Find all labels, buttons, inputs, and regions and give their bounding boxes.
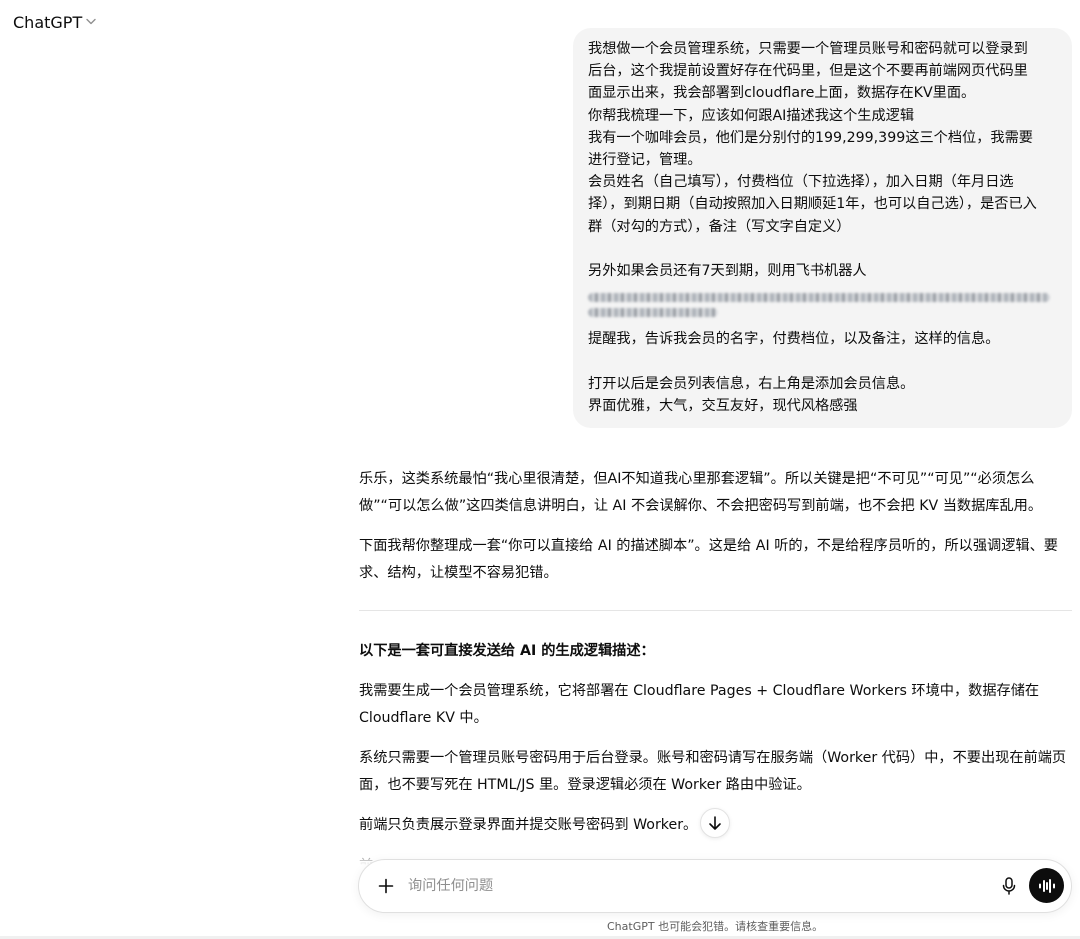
assistant-paragraph: 系统只需要一个管理员账号密码用于后台登录。账号和密码请写在服务端（Worker … xyxy=(359,750,1067,793)
disclaimer: ChatGPT 也可能会犯错。请核查重要信息。 xyxy=(607,920,824,933)
assistant-paragraph: 下面我帮你整理成一套“你可以直接给 AI 的描述脚本”。这是给 AI 听的，不是… xyxy=(359,538,1058,581)
chevron-down-icon xyxy=(86,18,96,28)
user-message-line: 后台，这个我提前设置好存在代码里，但是这个不要再前端网页代码里 xyxy=(588,63,1028,80)
blurred-url-line xyxy=(588,293,1050,303)
user-message-line: 另外如果会员还有7天到期，则用飞书机器人 xyxy=(588,263,867,280)
model-picker[interactable]: ChatGPT xyxy=(13,10,96,34)
section-divider xyxy=(359,610,1072,611)
user-message-line: 界面优雅，大气，交互友好，现代风格感强 xyxy=(588,397,858,414)
assistant-paragraph: 乐乐，这类系统最怕“我心里很清楚，但AI不知道我心里那套逻辑”。所以关键是把“不… xyxy=(359,471,1043,514)
user-message-line: 进行登记，管理。 xyxy=(588,152,702,169)
assistant-paragraph: 我需要生成一个会员管理系统，它将部署在 Cloudflare Pages + C… xyxy=(359,683,1040,726)
user-message-line: 会员姓名（自己填写），付费档位（下拉选择），加入日期（年月日选 xyxy=(588,174,1014,191)
blurred-url-line xyxy=(588,308,718,318)
user-message-blank-line xyxy=(588,350,1060,372)
prompt-input[interactable] xyxy=(408,874,968,898)
footer: ChatGPT 也可能会犯错。请核查重要信息。 xyxy=(0,919,1080,935)
user-message-line: 我想做一个会员管理系统，只需要一个管理员账号和密码就可以登录到 xyxy=(588,41,1028,57)
user-message-line: 面显示出来，我会部署到cloudflare上面，数据存在KV里面。 xyxy=(588,85,976,102)
blurred-webhook-url xyxy=(588,282,1060,328)
user-message-blank-line xyxy=(588,238,1060,260)
chat-page: ChatGPT 我想做一个会员管理系统，只需要一个管理员账号和密码就可以登录到 … xyxy=(0,0,1080,939)
user-message-line: 群（对勾的方式），备注（写文字自定义） xyxy=(588,218,851,235)
voice-mode-button[interactable] xyxy=(1029,868,1064,903)
user-message-line: 我有一个咖啡会员，他们是分别付的199,299,399这三个档位，我需要 xyxy=(588,129,1033,146)
composer xyxy=(358,859,1072,913)
arrow-down-icon xyxy=(709,816,721,830)
microphone-icon xyxy=(1002,877,1016,895)
assistant-section: 我需要生成一个会员管理系统，它将部署在 Cloudflare Pages + C… xyxy=(359,678,1072,867)
user-message-line: 择），到期日期（自动按照加入日期顺延1年，也可以自己选），是否已入 xyxy=(588,196,1037,213)
user-message-line: 你帮我梳理一下，应该如何跟AI描述我这个生成逻辑 xyxy=(588,107,915,124)
dictate-button[interactable] xyxy=(996,873,1022,899)
assistant-message: 乐乐，这类系统最怕“我心里很清楚，但AI不知道我心里那套逻辑”。所以关键是把“不… xyxy=(359,466,1072,586)
user-message-line: 提醒我，告诉我会员的名字，付费档位，以及备注，这样的信息。 xyxy=(588,331,1000,348)
plus-icon xyxy=(378,878,394,894)
user-message-bubble: 我想做一个会员管理系统，只需要一个管理员账号和密码就可以登录到 后台，这个我提前… xyxy=(573,28,1072,428)
waveform-icon xyxy=(1038,878,1055,893)
user-message-line: 打开以后是会员列表信息，右上角是添加会员信息。 xyxy=(588,375,915,392)
attach-button[interactable] xyxy=(373,873,399,899)
model-name: ChatGPT xyxy=(13,12,83,32)
section-heading: 以下是一套可直接发送给 AI 的生成逻辑描述： xyxy=(359,643,655,659)
scroll-to-bottom-button[interactable] xyxy=(700,808,730,838)
